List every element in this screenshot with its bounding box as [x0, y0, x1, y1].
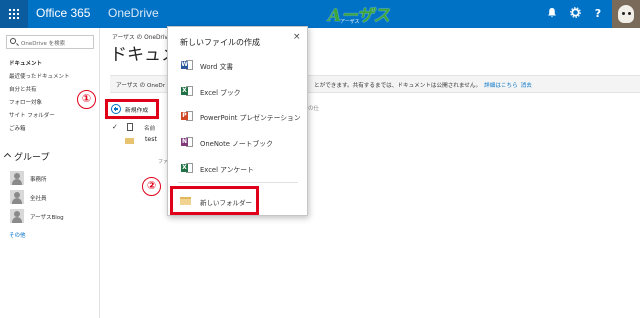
groups-header[interactable]: グループ [3, 150, 50, 163]
top-bar: Office 365 OneDrive Aーザス アーザス ? [0, 0, 640, 28]
groups-header-label: グループ [14, 153, 50, 163]
left-navigation: OneDrive を検索 ドキュメント 最近使ったドキュメント 自分と共有 フォ… [0, 28, 100, 318]
nav-site-folders[interactable]: サイト フォルダー [9, 111, 55, 119]
company-logo: Aーザス アーザス [324, 2, 414, 26]
onenote-icon: N [180, 135, 193, 149]
menu-item-excel[interactable]: X Excel ブック [178, 83, 303, 101]
excel-letter: X [181, 87, 188, 95]
step-marker-2: ② [142, 177, 161, 196]
search-placeholder: OneDrive を検索 [21, 41, 66, 47]
dismiss-link[interactable]: 消去 [521, 83, 532, 89]
menu-item-label: Excel ブック [200, 89, 241, 97]
menu-item-onenote[interactable]: N OneNote ノートブック [178, 134, 303, 152]
folder-icon [125, 138, 134, 144]
menu-item-label: Word 文書 [200, 63, 234, 71]
details-link[interactable]: 詳細はこちら [484, 83, 518, 89]
menu-item-label: PowerPoint プレゼンテーション [200, 114, 301, 122]
powerpoint-letter: P [181, 112, 188, 120]
help-icon[interactable]: ? [591, 7, 605, 21]
word-icon: W [180, 58, 193, 72]
onenote-letter: N [181, 138, 188, 146]
powerpoint-icon: P [180, 109, 193, 123]
file-type-icon [127, 123, 133, 131]
menu-item-word[interactable]: W Word 文書 [178, 57, 303, 75]
group-icon [10, 171, 24, 185]
search-icon [10, 38, 16, 44]
column-name[interactable]: 名前 [144, 124, 155, 132]
avatar-eye-right [628, 12, 631, 15]
menu-title: 新しいファイルの作成 [180, 38, 260, 47]
folder-icon [180, 197, 191, 205]
nav-documents[interactable]: ドキュメント [9, 59, 42, 67]
list-header: ✓ 名前 [112, 123, 172, 133]
logo-subtext: アーザス [340, 19, 360, 25]
group-icon [10, 209, 24, 223]
gear-icon[interactable] [568, 7, 582, 21]
group-label: アーザスBlog [30, 215, 64, 221]
more-groups-link[interactable]: その他 [9, 231, 26, 239]
info-text-right: とができます。共有するまでは、ドキュメントは公開されません。 詳細はこちら 消去 [314, 81, 532, 89]
menu-item-powerpoint[interactable]: P PowerPoint プレゼンテーション [178, 108, 303, 126]
item-name[interactable]: test [145, 136, 157, 143]
group-label: 事務所 [30, 177, 47, 183]
info-message: とができます。共有するまでは、ドキュメントは公開されません。 [314, 83, 482, 89]
app-launcher-button[interactable] [0, 0, 28, 28]
avatar-eye-left [622, 12, 625, 15]
office-brand[interactable]: Office 365 [36, 6, 90, 20]
excel-survey-icon: X [180, 161, 193, 175]
column-modified-partial: の仕 [308, 106, 320, 112]
menu-item-label: Excel アンケート [200, 166, 254, 174]
plus-circle-icon [111, 104, 121, 114]
info-text-left: アーザス の OneDr [116, 83, 166, 89]
menu-item-excel-survey[interactable]: X Excel アンケート [178, 160, 303, 178]
avatar[interactable] [612, 0, 640, 28]
group-label: 全社員 [30, 196, 47, 202]
chevron-up-icon [3, 152, 12, 161]
new-folder-menu-item[interactable]: 新しいフォルダー [170, 186, 259, 215]
new-button[interactable]: 新規作成 [105, 99, 159, 119]
nav-recent[interactable]: 最近使ったドキュメント [9, 72, 70, 80]
nav-recycle-bin[interactable]: ごみ箱 [9, 124, 26, 132]
bell-icon[interactable] [545, 7, 559, 21]
excel-icon: X [180, 84, 193, 98]
new-folder-label: 新しいフォルダー [200, 199, 252, 207]
nav-followed[interactable]: フォロー対象 [9, 98, 42, 106]
select-all-checkbox[interactable]: ✓ [112, 123, 118, 131]
close-icon[interactable]: × [293, 32, 301, 42]
step-marker-1: ① [77, 90, 96, 109]
app-name[interactable]: OneDrive [108, 6, 159, 20]
word-letter: W [181, 61, 188, 69]
nav-shared-with-me[interactable]: 自分と共有 [9, 85, 37, 93]
new-button-label: 新規作成 [125, 108, 149, 114]
avatar-image [618, 5, 634, 23]
waffle-icon [8, 8, 20, 20]
menu-divider [178, 182, 298, 183]
group-icon [10, 190, 24, 204]
menu-item-label: OneNote ノートブック [200, 140, 273, 148]
search-input[interactable]: OneDrive を検索 [6, 35, 94, 49]
excel-survey-letter: X [181, 164, 188, 172]
